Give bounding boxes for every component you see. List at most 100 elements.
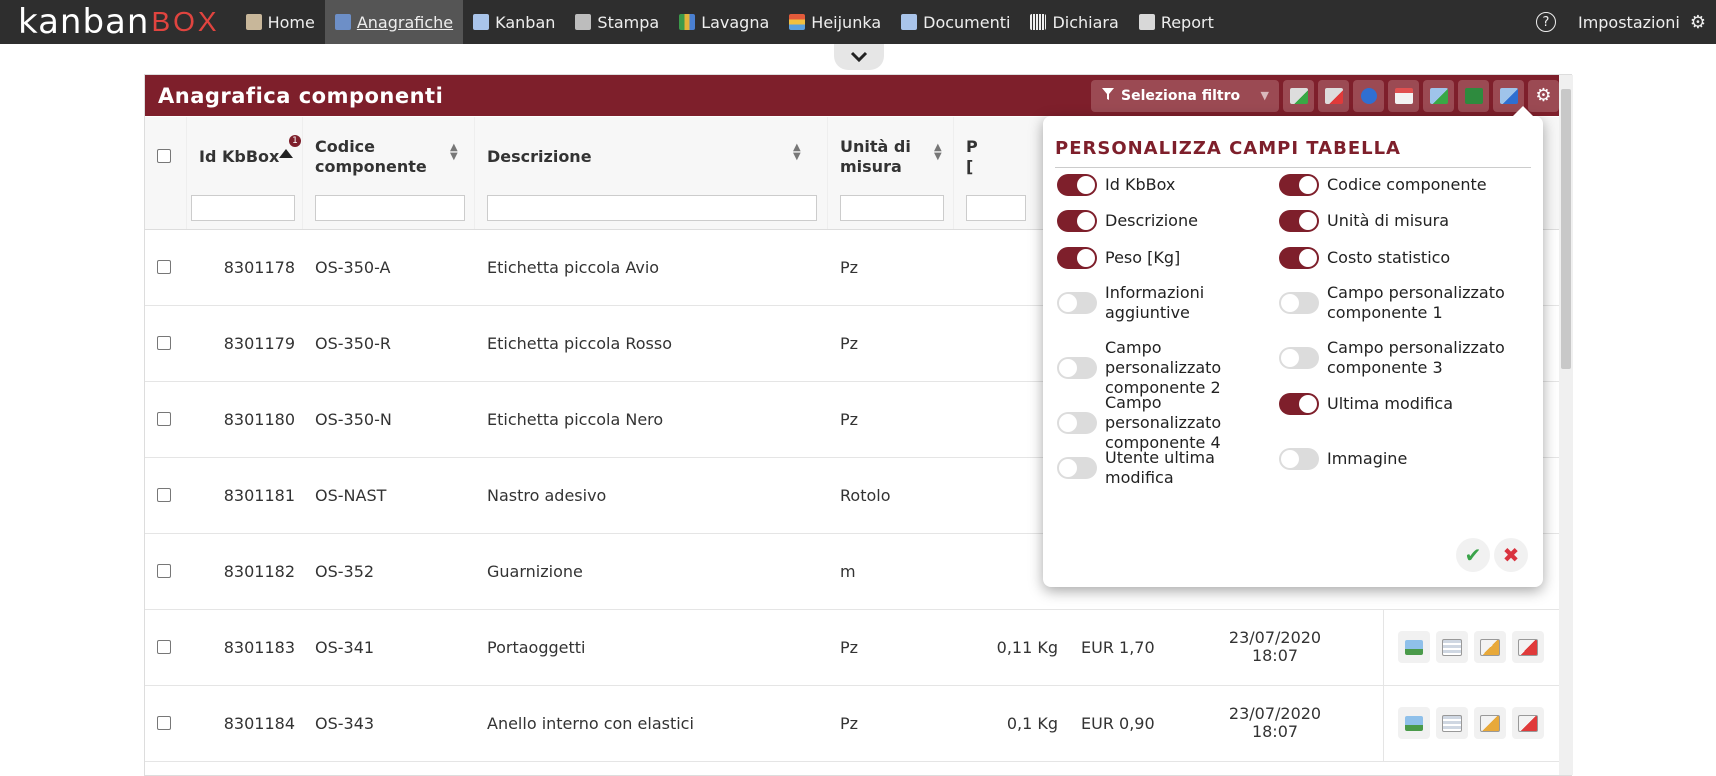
info-icon xyxy=(1360,87,1377,104)
column-option[interactable]: Campo personalizzato componente 4 xyxy=(1057,393,1269,453)
excel-export-button[interactable] xyxy=(1458,79,1489,112)
column-option[interactable]: Unità di misura xyxy=(1279,210,1509,232)
cell-description: Etichetta piccola Rosso xyxy=(487,333,673,353)
edit-icon xyxy=(1480,714,1500,732)
id-filter-input[interactable] xyxy=(191,195,295,221)
column-header-desc[interactable]: Descrizione ▲ ▼ xyxy=(475,117,828,229)
table-row[interactable]: 8301184 OS-343 Anello interno con elastici… xyxy=(145,685,1559,762)
toggle-switch[interactable] xyxy=(1057,357,1097,379)
column-option[interactable]: Peso [Kg] xyxy=(1057,247,1269,269)
toggle-switch[interactable] xyxy=(1057,210,1097,232)
details-button[interactable] xyxy=(1436,707,1468,739)
nav-item-dichiara[interactable]: Dichiara xyxy=(1020,0,1128,44)
nav-item-home[interactable]: Home xyxy=(236,0,325,44)
nav-item-kanban[interactable]: Kanban xyxy=(463,0,565,44)
collapse-toggle-button[interactable] xyxy=(834,44,884,70)
column-option[interactable]: Campo personalizzato componente 1 xyxy=(1279,283,1509,323)
desc-filter-input[interactable] xyxy=(487,195,817,221)
column-option[interactable]: Campo personalizzato componente 2 xyxy=(1057,338,1269,398)
settings-link[interactable]: Impostazioni xyxy=(1578,13,1680,32)
nav-item-heijunka[interactable]: Heijunka xyxy=(779,0,891,44)
nav-item-documenti[interactable]: Documenti xyxy=(891,0,1020,44)
app-logo[interactable]: kanban BOX xyxy=(0,0,236,44)
peso-filter-input[interactable] xyxy=(966,195,1026,221)
toggle-switch[interactable] xyxy=(1279,292,1319,314)
info-button[interactable] xyxy=(1353,79,1384,112)
row-select-cell xyxy=(157,381,187,457)
code-filter-input[interactable] xyxy=(315,195,465,221)
row-checkbox[interactable] xyxy=(157,488,171,502)
import-button[interactable] xyxy=(1423,79,1454,112)
nav-item-label: Kanban xyxy=(495,12,556,32)
unit-filter-input[interactable] xyxy=(840,195,944,221)
toggle-switch[interactable] xyxy=(1057,247,1097,269)
column-option[interactable]: Campo personalizzato componente 3 xyxy=(1279,338,1509,378)
nav-right-group: ? Impostazioni ⚙ xyxy=(1535,0,1716,44)
row-checkbox[interactable] xyxy=(157,564,171,578)
select-all-checkbox[interactable] xyxy=(157,149,171,163)
gear-icon[interactable]: ⚙ xyxy=(1690,12,1706,33)
toggle-switch[interactable] xyxy=(1057,457,1097,479)
row-checkbox[interactable] xyxy=(157,716,171,730)
help-icon[interactable]: ? xyxy=(1535,12,1556,32)
row-select-cell xyxy=(157,609,187,685)
export-icon xyxy=(1499,87,1518,104)
sort-both-icon[interactable]: ▲ ▼ xyxy=(450,143,458,162)
nav-item-stampa[interactable]: Stampa xyxy=(565,0,669,44)
edit-button[interactable] xyxy=(1474,707,1506,739)
row-checkbox[interactable] xyxy=(157,260,171,274)
toggle-switch[interactable] xyxy=(1057,412,1097,434)
sort-asc-icon[interactable] xyxy=(279,149,293,158)
column-option[interactable]: Codice componente xyxy=(1279,174,1509,196)
column-header-code[interactable]: Codice componente ▲ ▼ xyxy=(303,117,475,229)
column-option-label: Campo personalizzato componente 2 xyxy=(1105,338,1222,397)
excel-icon xyxy=(1464,87,1483,104)
image-button[interactable] xyxy=(1398,707,1430,739)
toggle-switch[interactable] xyxy=(1057,174,1097,196)
column-option[interactable]: Informazioni aggiuntive xyxy=(1057,283,1269,323)
column-option[interactable]: Immagine xyxy=(1279,448,1509,470)
toggle-switch[interactable] xyxy=(1279,448,1319,470)
table-row[interactable]: 8301183 OS-341 Portaoggetti Pz 0,11 Kg EUR 1,… xyxy=(145,609,1559,686)
nav-item-anagrafiche[interactable]: Anagrafiche xyxy=(324,0,464,44)
column-option-label: Id KbBox xyxy=(1105,175,1176,194)
cancel-button[interactable]: ✖ xyxy=(1494,538,1528,572)
vertical-scrollbar[interactable] xyxy=(1559,75,1573,775)
scrollbar-thumb[interactable] xyxy=(1561,89,1571,369)
column-option[interactable]: Ultima modifica xyxy=(1279,393,1509,415)
delete-button[interactable] xyxy=(1512,707,1544,739)
add-filter-button[interactable] xyxy=(1283,79,1314,112)
remove-filter-button[interactable] xyxy=(1318,79,1349,112)
toggle-switch[interactable] xyxy=(1279,393,1319,415)
filter-select[interactable]: Seleziona filtro ▼ xyxy=(1091,79,1279,112)
sort-both-icon[interactable]: ▲ ▼ xyxy=(793,143,801,162)
toggle-switch[interactable] xyxy=(1279,174,1319,196)
row-checkbox[interactable] xyxy=(157,412,171,426)
column-label: Codice componente xyxy=(315,137,427,176)
image-button[interactable] xyxy=(1398,631,1430,663)
edit-icon xyxy=(1480,638,1500,656)
confirm-button[interactable]: ✔ xyxy=(1456,538,1490,572)
toggle-switch[interactable] xyxy=(1279,247,1319,269)
row-checkbox[interactable] xyxy=(157,640,171,654)
details-button[interactable] xyxy=(1436,631,1468,663)
edit-button[interactable] xyxy=(1474,631,1506,663)
delete-button[interactable] xyxy=(1512,631,1544,663)
calendar-button[interactable] xyxy=(1388,79,1419,112)
sort-both-icon[interactable]: ▲ ▼ xyxy=(934,143,942,162)
toggle-switch[interactable] xyxy=(1279,210,1319,232)
column-option[interactable]: Descrizione xyxy=(1057,210,1269,232)
toggle-switch[interactable] xyxy=(1057,292,1097,314)
column-option-label: Immagine xyxy=(1327,449,1408,468)
column-option[interactable]: Costo statistico xyxy=(1279,247,1509,269)
cell-description: Etichetta piccola Nero xyxy=(487,409,664,429)
column-header-unit[interactable]: Unità di misura ▲ ▼ xyxy=(828,117,954,229)
nav-item-report[interactable]: Report xyxy=(1129,0,1224,44)
column-option[interactable]: Id KbBox xyxy=(1057,174,1269,196)
column-header-id[interactable]: Id KbBox 1 xyxy=(187,117,303,229)
nav-item-lavagna[interactable]: Lavagna xyxy=(669,0,779,44)
row-checkbox[interactable] xyxy=(157,336,171,350)
toggle-switch[interactable] xyxy=(1279,347,1319,369)
nav-item-label: Lavagna xyxy=(701,12,770,32)
column-option[interactable]: Utente ultima modifica xyxy=(1057,448,1269,488)
